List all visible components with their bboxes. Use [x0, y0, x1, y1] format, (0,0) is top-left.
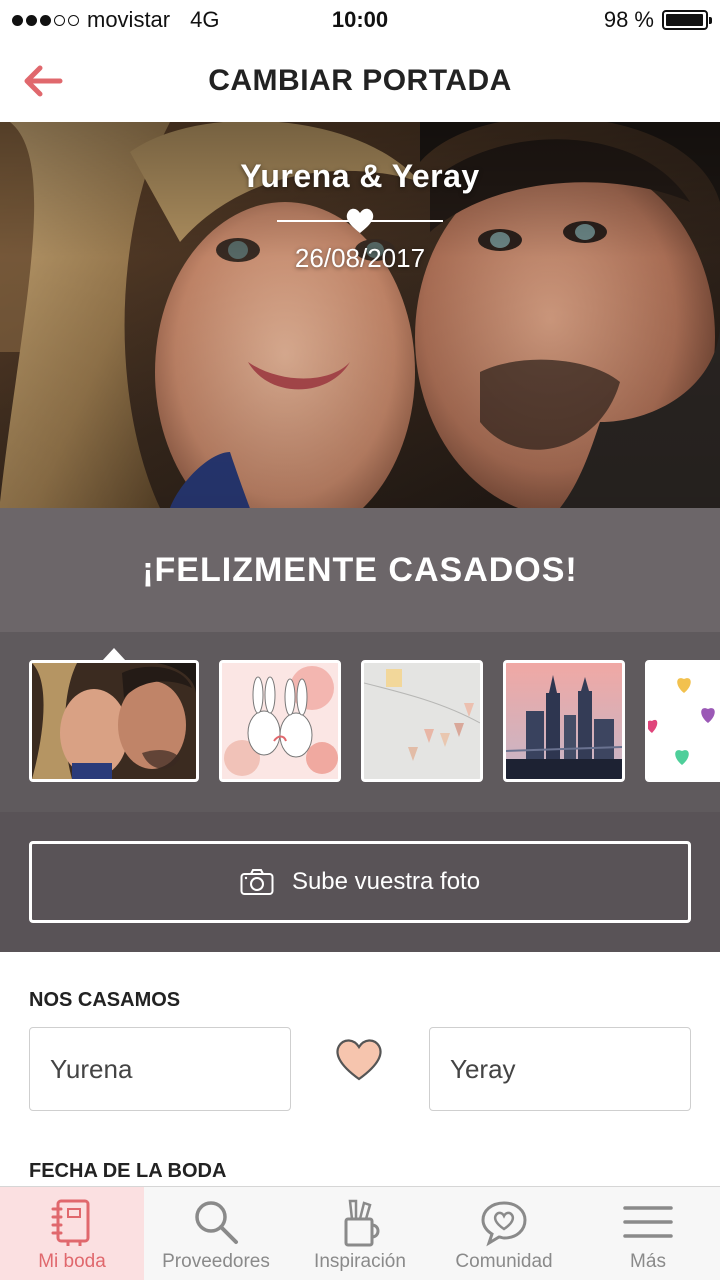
tab-comunidad[interactable]: Comunidad	[432, 1187, 576, 1280]
back-button[interactable]	[20, 58, 66, 104]
couple-names: Yurena & Yeray	[240, 158, 480, 194]
status-bar: movistar 4G 10:00 98 %	[0, 0, 720, 40]
upload-photo-button[interactable]: Sube vuestra foto	[29, 841, 691, 923]
menu-icon	[623, 1206, 673, 1238]
tab-label: Inspiración	[314, 1251, 406, 1272]
status-time: 10:00	[331, 7, 389, 32]
thumbnail-couple-selfie[interactable]	[29, 660, 199, 782]
upload-photo-label: Sube vuestra foto	[291, 868, 481, 895]
signal-strength-icon	[12, 14, 79, 26]
status-right: 98 %	[603, 7, 712, 33]
chat-heart-icon	[481, 1201, 527, 1247]
banner-text: ¡FELIZMENTE CASADOS!	[142, 550, 578, 589]
tab-mas[interactable]: Más	[576, 1187, 720, 1280]
page-title: CAMBIAR PORTADA	[208, 64, 512, 97]
bunting-image	[364, 663, 480, 779]
tab-proveedores[interactable]: Proveedores	[144, 1187, 288, 1280]
tab-label: Más	[630, 1251, 666, 1272]
wedding-form: NOS CASAMOS Yurena Yeray FECHA DE LA BOD…	[0, 952, 720, 1186]
notebook-icon	[51, 1199, 90, 1246]
carrier-name: movistar	[87, 7, 171, 32]
nav-header: CAMBIAR PORTADA	[0, 40, 720, 122]
names-divider	[277, 208, 443, 235]
tab-mi-boda[interactable]: Mi boda	[0, 1187, 144, 1280]
thumbnail-paper-bunting[interactable]	[361, 660, 483, 782]
cover-thumbnails	[0, 632, 720, 812]
battery-icon	[662, 10, 712, 30]
battery-percent: 98 %	[603, 7, 654, 32]
search-icon	[195, 1201, 238, 1244]
status-left: movistar 4G	[12, 7, 219, 33]
tab-label: Comunidad	[455, 1251, 553, 1272]
heart-icon	[336, 1039, 382, 1081]
wedding-date: 26/08/2017	[294, 243, 426, 273]
bunnies-image	[222, 663, 338, 779]
pencil-cup-icon	[344, 1199, 380, 1247]
cover-text: Yurena & Yeray 26/08/2017	[0, 158, 720, 274]
back-arrow-icon	[24, 65, 63, 97]
banner: ¡FELIZMENTE CASADOS!	[0, 508, 720, 632]
network-type: 4G	[190, 7, 220, 32]
skyline-image	[506, 663, 622, 779]
thumbnail-colorful-hearts[interactable]	[645, 660, 720, 782]
section-title-nos-casamos: NOS CASAMOS	[29, 989, 181, 1011]
battery-fill	[666, 14, 704, 26]
cover-photo: Yurena & Yeray 26/08/2017	[0, 122, 720, 508]
partner1-name-field[interactable]: Yurena	[29, 1027, 291, 1111]
tab-inspiracion[interactable]: Inspiración	[288, 1187, 432, 1280]
thumbnail-bunnies-illustration[interactable]	[219, 660, 341, 782]
camera-icon	[240, 869, 274, 895]
thumbnail-city-skyline[interactable]	[503, 660, 625, 782]
section-title-fecha-boda: FECHA DE LA BODA	[29, 1160, 227, 1182]
tab-label: Mi boda	[38, 1251, 106, 1272]
partner2-name-field[interactable]: Yeray	[429, 1027, 691, 1111]
upload-area: Sube vuestra foto	[0, 812, 720, 952]
tab-label: Proveedores	[162, 1251, 270, 1272]
tab-bar: Mi boda Proveedores Inspiración Comunida…	[0, 1186, 720, 1280]
hearts-image	[648, 663, 720, 779]
couple-selfie-image	[32, 663, 196, 779]
heart-icon	[346, 208, 374, 233]
